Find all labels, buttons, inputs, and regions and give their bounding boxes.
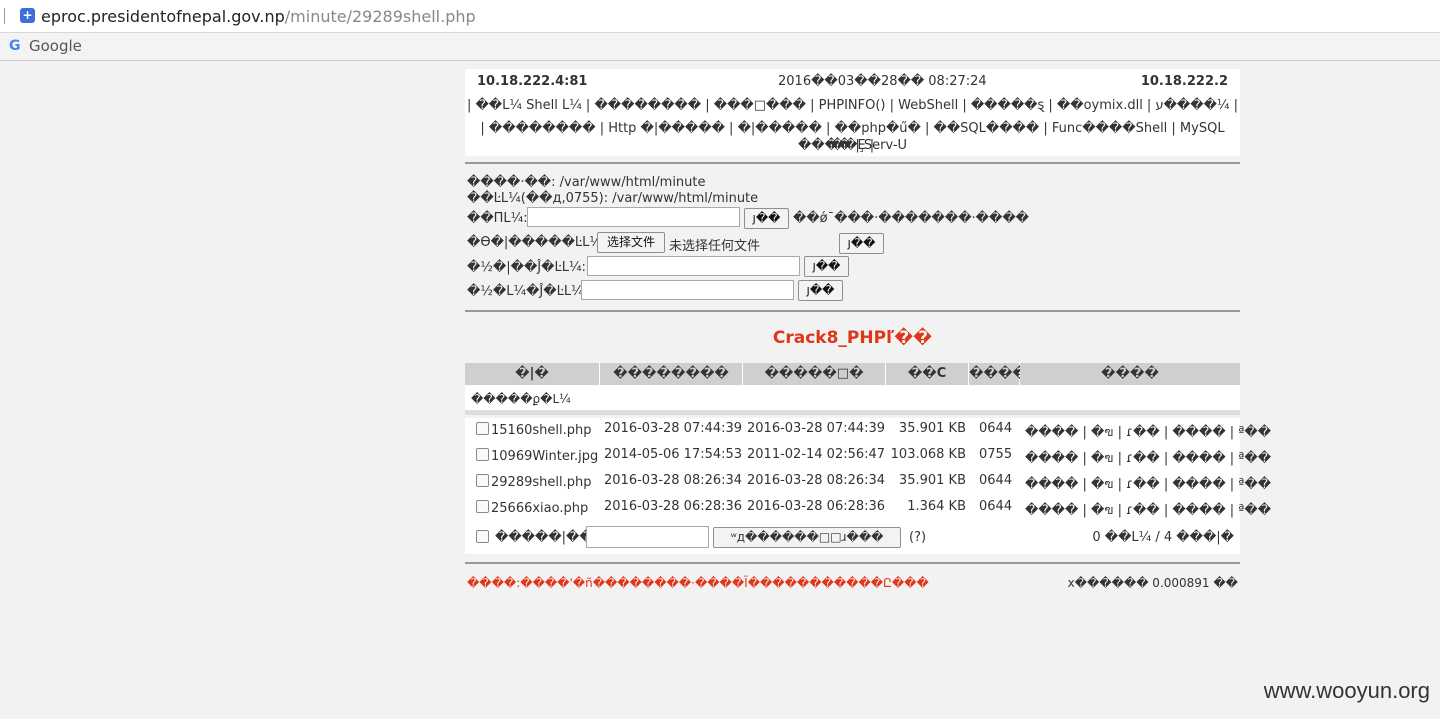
upload-submit-button[interactable]: ȷ��	[839, 233, 884, 254]
newdir-hint: ��ǿ¯���·�������·����	[793, 211, 1029, 226]
file-mtime: 2016-03-28 08:26:34	[747, 473, 886, 488]
nav-menu-line-1[interactable]: | ��L¼ Shell L¼ | �������� | ���□��� | P…	[465, 97, 1240, 114]
file-actions[interactable]: ���� | �ฃ | ɾ�� | ���� | ª��	[1025, 473, 1271, 494]
site-info-icon[interactable]: +	[20, 8, 35, 23]
watermark: www.wooyun.org	[1263, 678, 1430, 703]
file-perm[interactable]: 0644	[979, 499, 1012, 514]
col-header-actions[interactable]: ����	[1020, 363, 1240, 385]
file-actions[interactable]: ���� | �ฃ | ɾ�� | ���� | ª��	[1025, 447, 1271, 468]
file-actions[interactable]: ���� | �ฃ | ɾ�� | ���� | ª��	[1025, 499, 1271, 520]
header-panel: 10.18.222.4:81 2016��03��28�� 08:27:24 1…	[465, 69, 1240, 156]
parent-dir-link[interactable]: �����ϼ�L¼	[471, 392, 571, 406]
footer-notice: ����:����'�ñ��������·����Ï�����������Ը��…	[467, 576, 929, 590]
file-name[interactable]: 25666xiao.php	[491, 501, 588, 516]
col-header-size[interactable]: ��С	[886, 363, 969, 385]
file-name[interactable]: 29289shell.php	[491, 475, 591, 490]
col-header-created[interactable]: ��������	[600, 363, 743, 385]
file-size: 35.901 KB	[898, 421, 966, 436]
file-ctime: 2016-03-28 06:28:36	[604, 499, 743, 514]
file-table-header: �|� �������� �����□� ��С ���� ���� �����…	[465, 363, 1240, 410]
file-mtime: 2011-02-14 02:56:47	[747, 447, 886, 462]
file-name[interactable]: 10969Winter.jpg	[491, 449, 598, 464]
bulk-actions-row: �����|��� ʷд������□□ɹ��� (?) 0 ��L¼ / 4 …	[465, 518, 1240, 554]
address-bar[interactable]: + eproc.presidentofnepal.gov.np/minute/2…	[0, 0, 1440, 33]
page-title: Crack8_PHPľ��	[772, 328, 933, 348]
url-text[interactable]: eproc.presidentofnepal.gov.np/minute/292…	[41, 7, 476, 26]
file-ctime: 2014-05-06 17:54:53	[604, 447, 743, 462]
file-mtime: 2016-03-28 06:28:36	[747, 499, 886, 514]
newdir-submit-button[interactable]: ȷ��	[744, 208, 789, 229]
file-actions[interactable]: ���� | �ฃ | ɾ�� | ���� | ª��	[1025, 421, 1271, 442]
table-row: 10969Winter.jpg 2014-05-06 17:54:53 2011…	[465, 444, 1271, 470]
edit-file-label: �½�|��Ĵ�ĿL¼:	[467, 260, 586, 275]
bookmark-google[interactable]: Google	[29, 37, 82, 55]
file-perm[interactable]: 0644	[979, 421, 1012, 436]
item-count: 0 ��L¼ / 4 ���|�	[1092, 530, 1234, 545]
col-header-perm[interactable]: ����	[969, 363, 1027, 385]
newdir-label: ��ΠL¼:	[467, 211, 528, 226]
col-header-modified[interactable]: �����□�	[743, 363, 886, 385]
newdir-input[interactable]	[527, 207, 740, 227]
row-checkbox[interactable]	[476, 448, 489, 461]
table-row: 15160shell.php 2016-03-28 07:44:39 2016-…	[465, 418, 1271, 444]
divider	[465, 162, 1240, 164]
table-row: 29289shell.php 2016-03-28 08:26:34 2016-…	[465, 470, 1271, 496]
edit-dir-label: �½�L¼�Ĵ�ĿL¼:	[467, 284, 589, 299]
writable-dir: ��ĿL¼(��д,0755): /var/www/html/minute	[467, 191, 759, 206]
current-dir: ����·��: /var/www/html/minute	[467, 175, 706, 190]
bulk-submit-button[interactable]: ʷд������□□ɹ���	[713, 527, 901, 548]
server-datetime: 2016��03��28�� 08:27:24	[778, 74, 987, 89]
row-checkbox[interactable]	[476, 422, 489, 435]
file-size: 1.364 KB	[907, 499, 966, 514]
edit-dir-input[interactable]	[581, 280, 794, 300]
help-link[interactable]: (?)	[909, 530, 926, 545]
col-header-name[interactable]: �|�	[465, 363, 600, 385]
bookmarks-bar: G Google	[0, 33, 1440, 61]
file-mtime: 2016-03-28 07:44:39	[747, 421, 886, 436]
file-perm[interactable]: 0755	[979, 447, 1012, 462]
back-button-edge[interactable]	[0, 8, 5, 24]
edit-file-submit-button[interactable]: ȷ��	[804, 256, 849, 277]
choose-file-button[interactable]: 选择文件	[597, 232, 665, 253]
google-icon[interactable]: G	[9, 38, 21, 54]
divider	[465, 562, 1240, 564]
row-checkbox[interactable]	[476, 500, 489, 513]
bulk-input[interactable]	[586, 526, 709, 548]
no-file-chosen: 未选择任何文件	[669, 239, 761, 254]
file-ctime: 2016-03-28 08:26:34	[604, 473, 743, 488]
file-name[interactable]: 15160shell.php	[491, 423, 591, 438]
nav-menu-line-3[interactable]: ��Ȩ |	[465, 137, 1240, 154]
select-all-checkbox[interactable]	[476, 530, 489, 543]
file-perm[interactable]: 0644	[979, 473, 1012, 488]
upload-label: �ϴ�|�����ĿL¼:	[467, 235, 607, 250]
edit-dir-submit-button[interactable]: ȷ��	[798, 280, 843, 301]
divider	[465, 310, 1240, 312]
file-size: 103.068 KB	[890, 447, 966, 462]
exec-time: x������ 0.000891 ��	[1067, 576, 1238, 590]
file-ctime: 2016-03-28 07:44:39	[604, 421, 743, 436]
edit-file-input[interactable]	[587, 256, 800, 276]
file-size: 35.901 KB	[898, 473, 966, 488]
row-checkbox[interactable]	[476, 474, 489, 487]
server-ip: 10.18.222.4:81	[477, 74, 588, 89]
client-ip: 10.18.222.2	[1140, 74, 1228, 89]
table-separator	[465, 410, 1240, 415]
